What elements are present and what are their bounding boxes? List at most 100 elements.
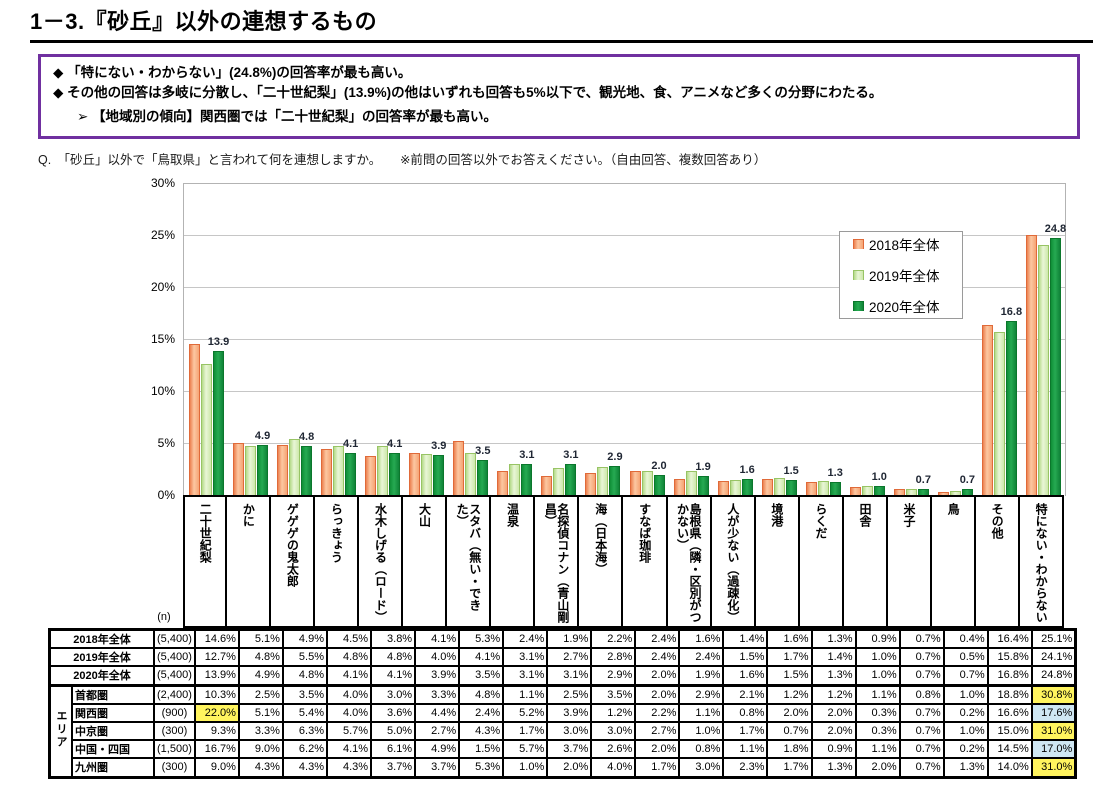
category-label: 人が少ない（過疎化）	[726, 503, 739, 623]
bar-2018年全体	[1026, 235, 1037, 496]
category-label: 名探偵コナン（青山剛昌）	[544, 503, 569, 626]
bar-group: 4.9	[228, 184, 272, 496]
data-cell: 1.1%	[723, 740, 767, 758]
data-cell: 1.3%	[812, 758, 856, 777]
bar-2018年全体	[321, 449, 332, 496]
category-cell: 島根県（隣・区別がつかない）	[668, 495, 712, 628]
bar-2019年全体	[201, 364, 212, 496]
category-label: 海（日本海）	[594, 503, 607, 575]
data-cell: 2.1%	[723, 685, 767, 704]
data-cell: 1.9%	[679, 666, 723, 685]
category-cell: 人が少ない（過疎化）	[712, 495, 756, 628]
bar-2019年全体	[553, 468, 564, 496]
bar-2019年全体	[333, 446, 344, 496]
data-cell: 16.7%	[195, 740, 239, 758]
bar-2018年全体	[365, 456, 376, 496]
data-cell: 5.4%	[283, 704, 327, 722]
data-cell: 3.3%	[415, 685, 459, 704]
category-cell: 特にない・わからない	[1020, 495, 1064, 628]
data-cell: 4.9%	[415, 740, 459, 758]
bar-group: 24.8	[1021, 184, 1065, 496]
data-cell: 3.9%	[547, 704, 591, 722]
legend-item: 2018年全体	[853, 234, 962, 254]
bar-group: 16.8	[977, 184, 1021, 496]
data-cell: 1.4%	[812, 648, 856, 666]
data-cell: 17.0%	[1032, 740, 1076, 758]
bar-2020年全体	[433, 455, 444, 496]
category-cell: その他	[976, 495, 1020, 628]
bar-2020年全体	[786, 480, 797, 496]
y-axis-label: 25%	[151, 228, 175, 242]
bar-2018年全体	[762, 479, 773, 496]
category-cell: 大山	[403, 495, 447, 628]
bar-group: 1.6	[713, 184, 757, 496]
bar-group: 3.1	[536, 184, 580, 496]
data-cell: 3.9%	[415, 666, 459, 685]
bar-2020年全体	[1006, 321, 1017, 496]
data-cell: 0.9%	[856, 630, 900, 649]
data-cell: 4.1%	[415, 630, 459, 649]
category-label: 境港	[770, 503, 783, 527]
data-cell: 14.0%	[988, 758, 1032, 777]
table-row: 中京圏(300)9.3%3.3%6.3%5.7%5.0%2.7%4.3%1.7%…	[50, 722, 1076, 740]
n-value: (2,400)	[154, 685, 195, 704]
legend-label: 2018年全体	[869, 234, 940, 254]
row-label: 首都圏	[72, 685, 154, 704]
bar-2019年全体	[774, 478, 785, 496]
table-row: エリア首都圏(2,400)10.3%2.5%3.5%4.0%3.0%3.3%4.…	[50, 685, 1076, 704]
data-cell: 4.8%	[327, 648, 371, 666]
row-label: 九州圏	[72, 758, 154, 777]
n-value: (900)	[154, 704, 195, 722]
data-cell: 15.8%	[988, 648, 1032, 666]
category-cell: 水木しげる（ロード）	[359, 495, 403, 628]
category-label: かに	[242, 503, 255, 527]
data-cell: 0.5%	[944, 648, 988, 666]
bar-group: 1.5	[757, 184, 801, 496]
category-label: その他	[991, 503, 1004, 539]
y-axis-label: 10%	[151, 384, 175, 398]
data-cell: 1.2%	[767, 685, 811, 704]
data-cell: 1.1%	[856, 740, 900, 758]
data-cell: 1.1%	[503, 685, 547, 704]
data-cell: 31.0%	[1032, 758, 1076, 777]
category-label: 島根県（隣・区別がつかない）	[676, 503, 701, 626]
data-cell: 12.7%	[195, 648, 239, 666]
data-cell: 5.2%	[503, 704, 547, 722]
data-cell: 3.5%	[591, 685, 635, 704]
category-cell: ゲゲゲの鬼太郎	[271, 495, 315, 628]
data-cell: 2.2%	[635, 704, 679, 722]
data-cell: 0.7%	[900, 740, 944, 758]
bar-group: 3.5	[448, 184, 492, 496]
y-axis-label: 20%	[151, 280, 175, 294]
data-cell: 3.7%	[547, 740, 591, 758]
data-cell: 4.3%	[283, 758, 327, 777]
data-cell: 2.4%	[503, 630, 547, 649]
bar-2018年全体	[718, 481, 729, 496]
chart-legend: 2018年全体2019年全体2020年全体	[839, 231, 963, 319]
data-cell: 4.1%	[327, 740, 371, 758]
bar-group: 13.9	[184, 184, 228, 496]
data-cell: 16.4%	[988, 630, 1032, 649]
data-cell: 5.3%	[459, 758, 503, 777]
category-label: 大山	[418, 503, 431, 527]
bar-2018年全体	[982, 325, 993, 496]
category-label: 二十世紀梨	[199, 503, 212, 563]
bar-2020年全体	[213, 351, 224, 496]
data-cell: 24.1%	[1032, 648, 1076, 666]
data-cell: 2.5%	[239, 685, 283, 704]
data-cell: 4.0%	[415, 648, 459, 666]
data-cell: 3.7%	[371, 758, 415, 777]
row-label: 中国・四国	[72, 740, 154, 758]
data-cell: 5.7%	[327, 722, 371, 740]
bar-2018年全体	[541, 476, 552, 496]
data-cell: 2.4%	[635, 648, 679, 666]
data-cell: 5.3%	[459, 630, 503, 649]
legend-item: 2019年全体	[853, 265, 962, 285]
data-cell: 2.4%	[459, 704, 503, 722]
data-cell: 9.3%	[195, 722, 239, 740]
data-cell: 6.1%	[371, 740, 415, 758]
data-cell: 4.3%	[327, 758, 371, 777]
data-cell: 3.0%	[371, 685, 415, 704]
row-label: 中京圏	[72, 722, 154, 740]
data-cell: 3.5%	[459, 666, 503, 685]
